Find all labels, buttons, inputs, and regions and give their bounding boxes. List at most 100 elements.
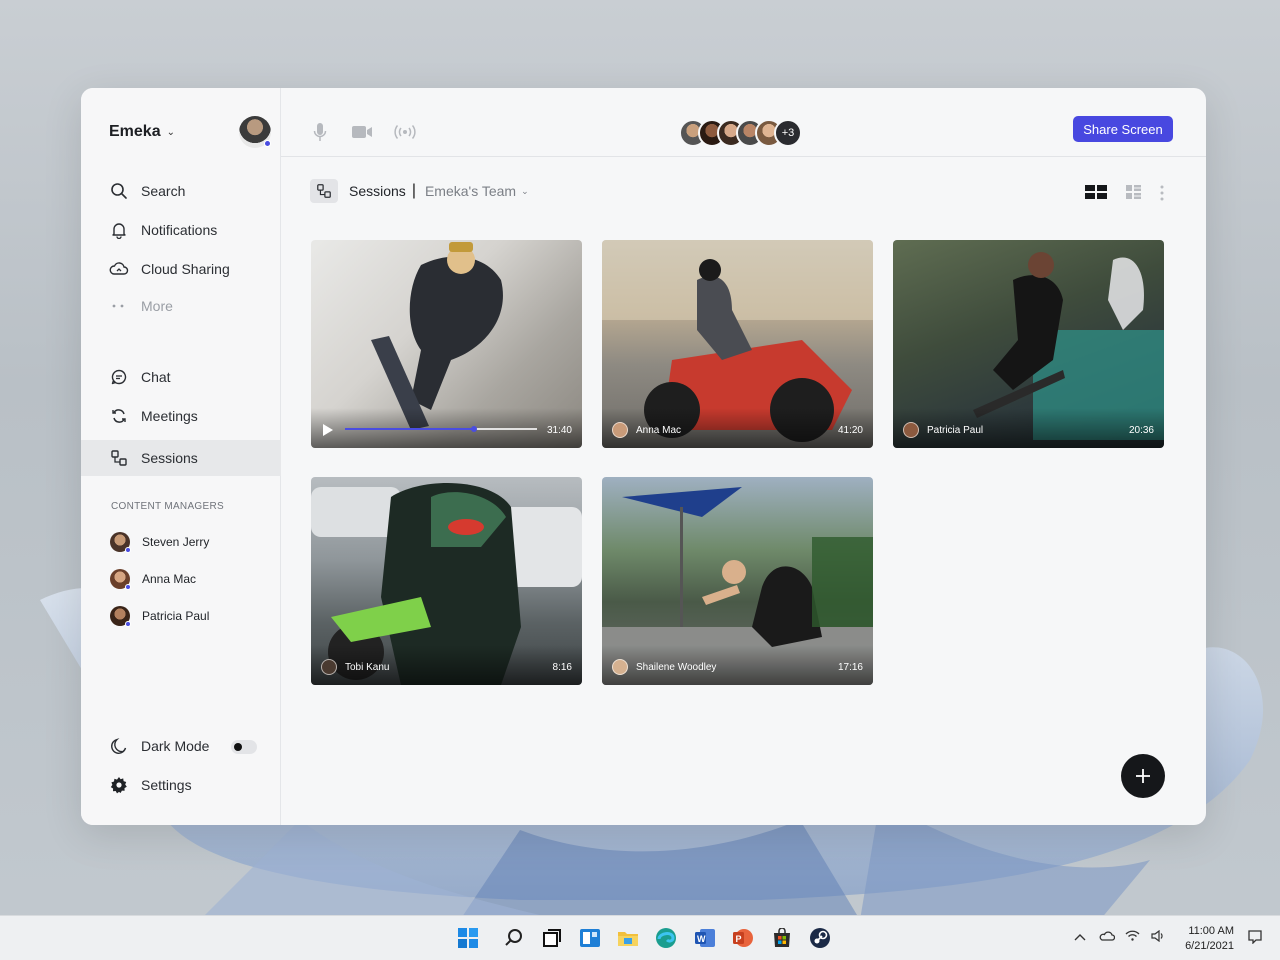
- dark-mode-toggle[interactable]: [231, 740, 257, 754]
- play-icon[interactable]: [323, 424, 333, 436]
- avatar: [903, 422, 919, 438]
- breadcrumb: Sessions | Emeka's Team ⌄: [310, 179, 529, 203]
- breadcrumb-current: Sessions: [349, 183, 406, 199]
- broadcast-icon[interactable]: [393, 124, 417, 145]
- avatar: [110, 569, 131, 590]
- steam-icon[interactable]: [808, 926, 832, 950]
- notification-center-icon[interactable]: [1248, 930, 1262, 947]
- volume-icon[interactable]: [1151, 929, 1165, 945]
- chevron-up-icon[interactable]: [1074, 930, 1086, 944]
- session-owner-name: Tobi Kanu: [345, 661, 390, 673]
- onedrive-icon[interactable]: [1099, 930, 1116, 944]
- session-card[interactable]: Patricia Paul 20:36: [893, 240, 1164, 448]
- sidebar-item-settings[interactable]: Settings: [109, 774, 192, 796]
- meetings-icon: [109, 406, 129, 426]
- session-card[interactable]: Shailene Woodley 17:16: [602, 477, 873, 685]
- plus-icon: [1136, 769, 1150, 783]
- avatar: [321, 659, 337, 675]
- sidebar-item-notifications[interactable]: Notifications: [109, 219, 217, 241]
- manager-item[interactable]: Anna Mac: [110, 569, 197, 590]
- avatar: [110, 606, 131, 627]
- more-dots-icon: [109, 296, 129, 316]
- widgets-icon[interactable]: [578, 926, 602, 950]
- manager-name: Patricia Paul: [142, 609, 210, 623]
- taskbar: W P 11:00 AM 6/21/2021: [0, 915, 1280, 960]
- online-status-dot: [125, 547, 131, 553]
- list-view-icon[interactable]: [1126, 185, 1141, 204]
- session-owner: Shailene Woodley: [612, 659, 716, 675]
- sidebar-item-more[interactable]: More: [109, 295, 173, 317]
- sessions-icon: [310, 179, 338, 203]
- powerpoint-icon[interactable]: P: [731, 926, 755, 950]
- session-duration: 17:16: [837, 662, 863, 673]
- chevron-down-icon[interactable]: ⌄: [521, 186, 529, 197]
- sidebar-item-label: Sessions: [141, 450, 198, 466]
- sidebar: Emeka ⌄ Search Notifications Cloud Shari…: [81, 88, 281, 825]
- moon-icon: [109, 736, 129, 756]
- sidebar-item-sessions[interactable]: Sessions: [109, 447, 198, 469]
- progress-fill: [345, 428, 474, 430]
- file-explorer-icon[interactable]: [616, 926, 640, 950]
- manager-item[interactable]: Patricia Paul: [110, 606, 210, 627]
- search-icon[interactable]: [502, 926, 526, 950]
- team-selector[interactable]: Emeka's Team: [425, 183, 516, 199]
- sessions-icon: [109, 448, 129, 468]
- manager-name: Steven Jerry: [142, 535, 210, 549]
- system-clock[interactable]: 11:00 AM 6/21/2021: [1182, 924, 1234, 954]
- session-owner-name: Patricia Paul: [927, 424, 984, 436]
- chevron-down-icon: ⌄: [166, 126, 175, 138]
- svg-text:P: P: [736, 934, 742, 944]
- breadcrumb-separator: |: [411, 182, 416, 199]
- video-camera-icon[interactable]: [351, 125, 373, 144]
- participants-stack[interactable]: +3: [679, 119, 802, 147]
- manager-item[interactable]: Steven Jerry: [110, 532, 210, 553]
- sidebar-item-label: Chat: [141, 369, 171, 385]
- svg-text:W: W: [697, 934, 706, 944]
- cloud-sharing-icon: [109, 259, 129, 279]
- session-card[interactable]: 31:40: [311, 240, 582, 448]
- participants-more-count[interactable]: +3: [774, 119, 802, 147]
- session-duration: 41:20: [837, 425, 863, 436]
- session-card[interactable]: Anna Mac 41:20: [602, 240, 873, 448]
- edge-icon[interactable]: [654, 926, 678, 950]
- session-duration: 8:16: [552, 662, 572, 673]
- user-name: Emeka: [109, 123, 161, 140]
- toggle-knob: [234, 743, 242, 751]
- online-status-dot: [264, 140, 271, 147]
- wifi-icon[interactable]: [1125, 930, 1140, 944]
- progress-handle[interactable]: [470, 426, 477, 432]
- sidebar-item-label: Meetings: [141, 408, 198, 424]
- share-screen-button[interactable]: Share Screen: [1073, 116, 1173, 142]
- store-icon[interactable]: [770, 926, 794, 950]
- avatar: [110, 532, 131, 553]
- user-menu[interactable]: Emeka ⌄: [109, 116, 271, 148]
- add-session-button[interactable]: [1121, 754, 1165, 798]
- avatar: [612, 659, 628, 675]
- session-owner: Tobi Kanu: [321, 659, 389, 675]
- avatar[interactable]: [239, 116, 271, 148]
- sidebar-item-chat[interactable]: Chat: [109, 366, 171, 388]
- bell-icon: [109, 220, 129, 240]
- grid-view-icon[interactable]: [1085, 185, 1107, 204]
- session-card[interactable]: Tobi Kanu 8:16: [311, 477, 582, 685]
- app-window: Emeka ⌄ Search Notifications Cloud Shari…: [81, 88, 1206, 825]
- content-managers-heading: CONTENT MANAGERS: [111, 501, 224, 512]
- session-duration: 20:36: [1128, 425, 1154, 436]
- sidebar-item-search[interactable]: Search: [109, 180, 185, 202]
- online-status-dot: [125, 621, 131, 627]
- task-view-icon[interactable]: [540, 926, 564, 950]
- microphone-icon[interactable]: [313, 122, 327, 147]
- more-options-icon[interactable]: [1160, 185, 1164, 206]
- sidebar-item-cloud-sharing[interactable]: Cloud Sharing: [109, 258, 230, 280]
- session-owner: Anna Mac: [612, 422, 681, 438]
- sidebar-item-label: Cloud Sharing: [141, 261, 230, 277]
- main-content: +3 Share Screen Sessions | Emeka's Team …: [281, 88, 1206, 825]
- sidebar-item-label: More: [141, 298, 173, 314]
- sidebar-item-label: Notifications: [141, 222, 218, 238]
- online-status-dot: [125, 584, 131, 590]
- sidebar-item-meetings[interactable]: Meetings: [109, 405, 198, 427]
- video-progress-bar[interactable]: [345, 426, 537, 432]
- manager-name: Anna Mac: [142, 572, 197, 586]
- start-icon[interactable]: [456, 926, 480, 950]
- word-icon[interactable]: W: [693, 926, 717, 950]
